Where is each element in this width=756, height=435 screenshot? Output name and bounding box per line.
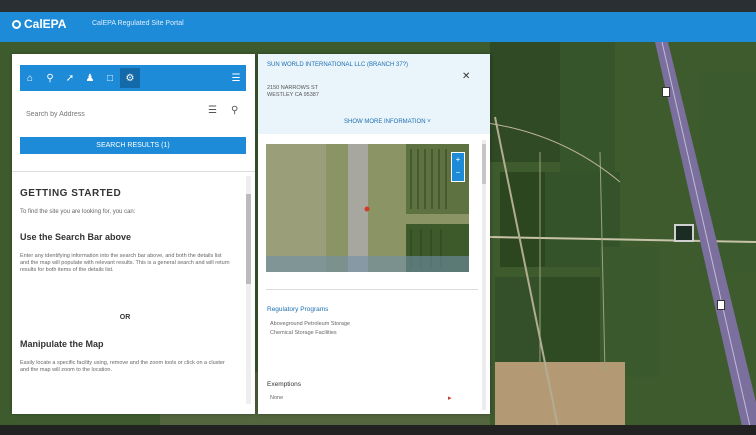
popup-header: SUN WORLD INTERNATIONAL LLC (BRANCH 37?)… — [258, 54, 490, 134]
program-item: Aboveground Petroleum Storage — [270, 321, 351, 327]
address-line-2: WESTLEY CA 95387 — [267, 92, 319, 98]
chevron-down-icon: ˅ — [427, 119, 431, 125]
thumbnail-zoom-control[interactable]: + − — [451, 152, 465, 182]
exemptions-title: Exemptions — [267, 381, 301, 388]
list-icon[interactable]: ☰ — [226, 68, 246, 88]
highway-shield-icon — [662, 87, 670, 97]
panel-divider — [12, 171, 255, 172]
logo-text: CalEPA — [24, 17, 67, 31]
user-icon[interactable]: ♟ — [80, 68, 100, 88]
thumbnail-imagery — [266, 144, 469, 272]
browser-top-strip — [0, 0, 756, 12]
home-icon[interactable]: ⌂ — [20, 68, 40, 88]
getting-started-intro: To find the site you are looking for, yo… — [20, 209, 136, 215]
search-icon[interactable]: ⚲ — [231, 105, 238, 116]
exemptions-value: None — [270, 395, 284, 401]
ruler-icon[interactable]: ➚ — [60, 68, 80, 88]
logo-mark-icon — [12, 19, 21, 29]
screen-bottom-edge — [0, 425, 756, 435]
program-item: Chemical Storage Facilities — [270, 330, 337, 336]
getting-started-title: GETTING STARTED — [20, 188, 122, 199]
site-address: 2150 NARROWS ST WESTLEY CA 95387 — [267, 85, 319, 99]
search-results-button[interactable]: SEARCH RESULTS (1) — [20, 137, 246, 154]
search-bar: ☰ ⚲ — [20, 104, 246, 122]
zoom-in-icon[interactable]: + — [452, 153, 464, 166]
filter-list-icon[interactable]: ☰ — [208, 105, 217, 116]
popup-divider — [266, 289, 478, 290]
search-input[interactable] — [24, 106, 198, 122]
show-more-label: SHOW MORE INFORMATION — [344, 119, 426, 125]
site-name-link[interactable]: SUN WORLD INTERNATIONAL LLC (BRANCH 37?) — [267, 62, 457, 69]
manipulate-map-heading: Manipulate the Map — [20, 339, 104, 349]
app-header: CalEPA CalEPA Regulated Site Portal — [0, 0, 756, 42]
site-aerial-thumbnail[interactable]: + − — [266, 144, 469, 272]
show-more-information-link[interactable]: SHOW MORE INFORMATION ˅ — [344, 119, 431, 125]
app-title: CalEPA Regulated Site Portal — [92, 20, 184, 27]
or-separator: OR — [119, 314, 131, 321]
regulatory-programs-title: Regulatory Programs — [267, 306, 329, 313]
book-icon[interactable]: □ — [100, 68, 120, 88]
search-bar-heading: Use the Search Bar above — [20, 232, 132, 242]
map-pin-icon[interactable]: ⚲ — [40, 68, 60, 88]
site-popup: SUN WORLD INTERNATIONAL LLC (BRANCH 37?)… — [258, 54, 490, 414]
calepa-logo[interactable]: CalEPA — [12, 17, 66, 31]
panel-scrollbar-thumb[interactable] — [246, 194, 251, 284]
popup-scrollbar-thumb[interactable] — [482, 144, 486, 184]
tool-bar: ⌂ ⚲ ➚ ♟ □ ⚙ ☰ — [20, 65, 246, 91]
left-panel: ⌂ ⚲ ➚ ♟ □ ⚙ ☰ ☰ ⚲ SEARCH RESULTS (1) GET… — [12, 54, 255, 414]
caret-right-icon[interactable]: ▸ — [448, 394, 452, 402]
close-icon[interactable]: ✕ — [462, 71, 470, 82]
zoom-out-icon[interactable]: − — [452, 166, 464, 179]
gear-icon[interactable]: ⚙ — [120, 68, 140, 88]
address-line-1: 2150 NARROWS ST — [267, 85, 319, 91]
search-bar-description: Enter any identifying information into t… — [20, 253, 230, 273]
manipulate-map-description: Easily locate a specific facility using,… — [20, 360, 225, 373]
highway-shield-icon — [717, 300, 725, 310]
